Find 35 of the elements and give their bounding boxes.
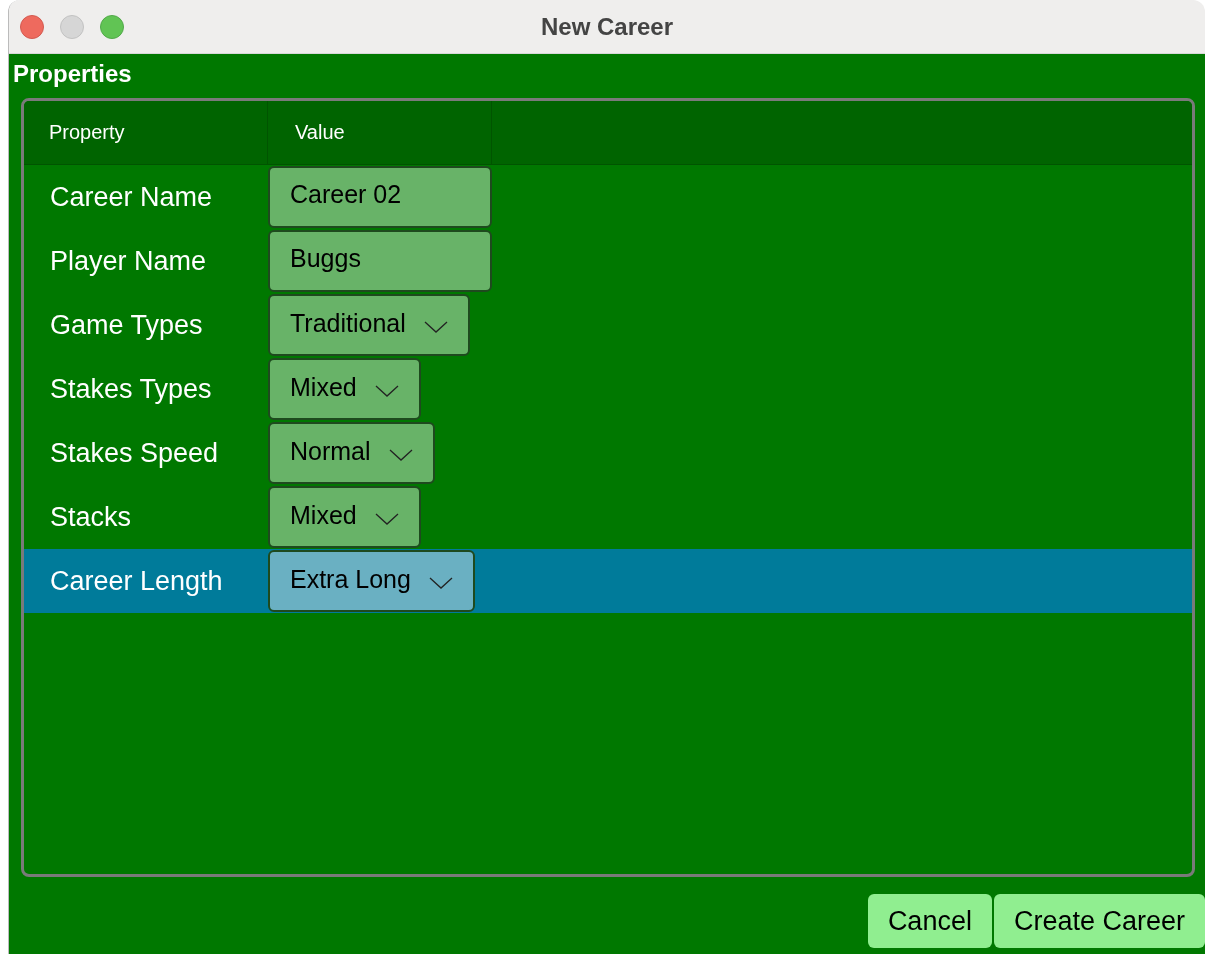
property-label: Stacks <box>49 501 133 533</box>
property-row[interactable]: Player Name Buggs <box>24 229 1192 293</box>
column-header: Property <box>24 101 268 164</box>
property-label: Stakes Types <box>49 373 213 405</box>
column-header: Value <box>268 101 492 164</box>
property-label: Player Name <box>49 245 208 277</box>
minimize-icon[interactable] <box>60 14 84 39</box>
property-row[interactable]: Career Length Extra Long <box>24 549 1192 613</box>
dropdown[interactable]: Extra Long <box>268 550 475 612</box>
dropdown[interactable]: Traditional <box>268 294 470 356</box>
property-label: Game Types <box>49 309 204 341</box>
chevron-down-icon <box>423 321 448 333</box>
text-field[interactable]: Buggs <box>268 230 492 292</box>
dropdown[interactable]: Mixed <box>268 358 421 420</box>
dropdown[interactable]: Normal <box>268 422 435 484</box>
chevron-down-icon <box>388 449 413 461</box>
chevron-down-icon <box>374 513 399 525</box>
dialog-button[interactable]: Cancel <box>867 894 992 948</box>
property-row[interactable]: Stacks Mixed <box>24 485 1192 549</box>
window-title: New Career <box>540 12 674 41</box>
property-label: Career Name <box>49 181 214 213</box>
dialog-button[interactable]: Create Career <box>993 894 1205 948</box>
chevron-down-icon <box>374 385 399 397</box>
property-row[interactable]: Stakes Speed Normal <box>24 421 1192 485</box>
property-row[interactable]: Stakes Types Mixed <box>24 357 1192 421</box>
text-field[interactable]: Career 02 <box>268 166 492 228</box>
dropdown[interactable]: Mixed <box>268 486 421 548</box>
zoom-icon[interactable] <box>100 14 124 39</box>
section-title: Properties <box>13 60 133 88</box>
property-row[interactable]: Game Types Traditional <box>24 293 1192 357</box>
property-label: Career Length <box>49 565 224 597</box>
chevron-down-icon <box>428 577 453 589</box>
close-icon[interactable] <box>20 14 44 39</box>
property-label: Stakes Speed <box>49 437 220 469</box>
property-row[interactable]: Career Name Career 02 <box>24 165 1192 229</box>
